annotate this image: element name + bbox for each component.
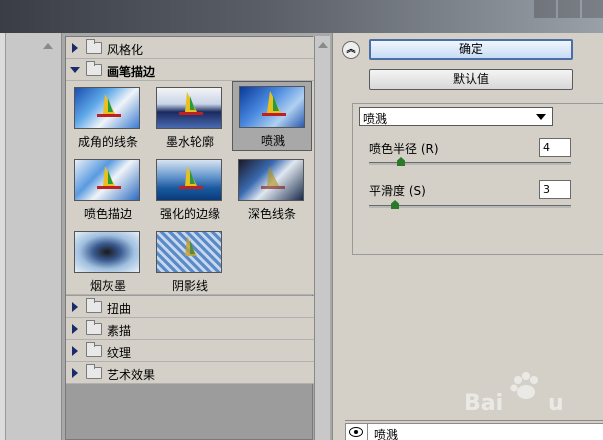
category-distort[interactable]: 扭曲	[66, 296, 314, 318]
folder-icon	[86, 320, 102, 335]
filter-select-value: 喷溅	[363, 112, 388, 126]
sailboat-image	[97, 166, 121, 189]
close-button[interactable]	[582, 0, 603, 18]
preview-image	[0, 33, 6, 440]
category-label: 扭曲	[107, 302, 132, 316]
smoothness-input[interactable]: 3	[539, 180, 571, 199]
divider	[367, 424, 368, 440]
maximize-button[interactable]	[558, 0, 580, 18]
expand-arrow-icon[interactable]	[72, 368, 78, 378]
expand-arrow-icon[interactable]	[72, 43, 78, 53]
collapse-arrow-icon[interactable]	[70, 67, 80, 73]
effect-layer-label: 喷溅	[374, 428, 399, 440]
filter-label: 墨水轮廓	[165, 135, 214, 149]
filter-label: 强化的边缘	[159, 207, 220, 221]
sailboat-image	[185, 236, 197, 256]
svg-text:u: u	[548, 391, 564, 416]
category-artistic[interactable]: 艺术效果	[66, 362, 314, 384]
expand-arrow-icon[interactable]	[72, 324, 78, 334]
sailboat-image	[262, 91, 286, 116]
spray-radius-input[interactable]: 4	[539, 138, 571, 157]
filter-thumb-accented-edges-strong[interactable]: 强化的边缘	[150, 155, 230, 225]
preview-scrollbar[interactable]	[40, 37, 56, 440]
ok-button[interactable]: 确定	[369, 39, 573, 60]
collapse-gallery-button[interactable]: ︽	[342, 41, 360, 59]
folder-icon	[86, 364, 102, 379]
spray-radius-slider[interactable]	[369, 157, 571, 166]
smoothness-slider[interactable]	[369, 200, 571, 209]
minimize-button[interactable]	[534, 0, 556, 18]
filter-thumb-accented-edges[interactable]: 成角的线条	[68, 83, 148, 153]
filter-preview-image	[238, 159, 304, 201]
filter-thumb-dark-strokes[interactable]: 深色线条	[232, 155, 312, 225]
category-label: 艺术效果	[107, 368, 156, 382]
category-stylize[interactable]: 风格化	[66, 37, 314, 59]
effect-layer-list: 喷溅	[345, 420, 603, 440]
filter-thumb-spatter[interactable]: 喷溅	[232, 81, 312, 151]
folder-open-icon	[86, 61, 102, 76]
filter-select[interactable]: 喷溅	[359, 107, 553, 126]
category-label: 素描	[107, 324, 132, 338]
filter-preview-image	[74, 231, 140, 273]
folder-icon	[86, 298, 102, 313]
smoothness-label: 平滑度 (S)	[369, 184, 426, 198]
sailboat-image	[179, 166, 203, 189]
slider-handle[interactable]	[391, 200, 399, 209]
watermark-logo: Bai u	[464, 372, 564, 416]
eye-icon[interactable]	[349, 427, 363, 437]
sailboat-image	[179, 92, 203, 115]
folder-icon	[86, 342, 102, 357]
effect-layer-row[interactable]: 喷溅	[345, 423, 603, 440]
sailboat-image	[261, 166, 285, 189]
filter-preview-image	[239, 86, 305, 128]
thumbnail-grid: 成角的线条 墨水轮廓 喷溅 喷色描边 强化的边缘 深色线条 烟灰墨 阴影线	[66, 81, 314, 295]
filter-settings-group: 喷溅 喷色半径 (R) 4 平滑度 (S) 3	[352, 103, 603, 255]
spray-radius-label: 喷色半径 (R)	[369, 142, 439, 156]
category-label: 画笔描边	[107, 65, 156, 79]
window-titlebar	[0, 0, 603, 33]
scroll-up-arrow-icon[interactable]	[318, 42, 328, 48]
filter-preview-image	[156, 87, 222, 129]
filter-label: 喷溅	[260, 134, 285, 148]
filter-thumb-sumi-e[interactable]: 烟灰墨	[68, 227, 148, 297]
filter-thumb-ink-outlines[interactable]: 墨水轮廓	[150, 83, 230, 153]
slider-handle[interactable]	[397, 157, 405, 166]
category-label: 纹理	[107, 346, 132, 360]
filter-preview-image	[156, 231, 222, 273]
preview-pane	[0, 33, 62, 440]
scroll-up-arrow-icon[interactable]	[43, 43, 53, 49]
chevron-down-icon	[536, 114, 546, 120]
filter-thumb-crosshatch[interactable]: 阴影线	[150, 227, 230, 297]
filter-label: 成角的线条	[77, 135, 138, 149]
filter-gallery: 风格化 画笔描边 成角的线条 墨水轮廓 喷溅 喷色描边 强化的边缘 深色线条 烟…	[62, 33, 332, 440]
svg-text:Bai: Bai	[464, 391, 503, 416]
filter-label: 喷色描边	[83, 207, 132, 221]
category-label: 风格化	[107, 43, 144, 57]
filter-label: 阴影线	[171, 279, 208, 293]
filter-gallery-list: 风格化 画笔描边 成角的线条 墨水轮廓 喷溅 喷色描边 强化的边缘 深色线条 烟…	[65, 36, 314, 440]
expand-arrow-icon[interactable]	[72, 302, 78, 312]
gallery-scrollbar[interactable]	[314, 36, 330, 440]
default-button[interactable]: 默认值	[369, 69, 573, 90]
filter-preview-image	[74, 87, 140, 129]
filter-preview-image	[74, 159, 140, 201]
sailboat-image	[97, 94, 121, 117]
filter-label: 烟灰墨	[89, 279, 126, 293]
expand-arrow-icon[interactable]	[72, 346, 78, 356]
category-texture[interactable]: 纹理	[66, 340, 314, 362]
category-brush-strokes[interactable]: 画笔描边	[66, 59, 314, 81]
filter-preview-image	[156, 159, 222, 201]
folder-icon	[86, 39, 102, 54]
double-chevron-up-icon: ︽	[346, 45, 356, 55]
category-sketch[interactable]: 素描	[66, 318, 314, 340]
filter-label: 深色线条	[247, 207, 296, 221]
filter-thumb-sprayed-strokes[interactable]: 喷色描边	[68, 155, 148, 225]
